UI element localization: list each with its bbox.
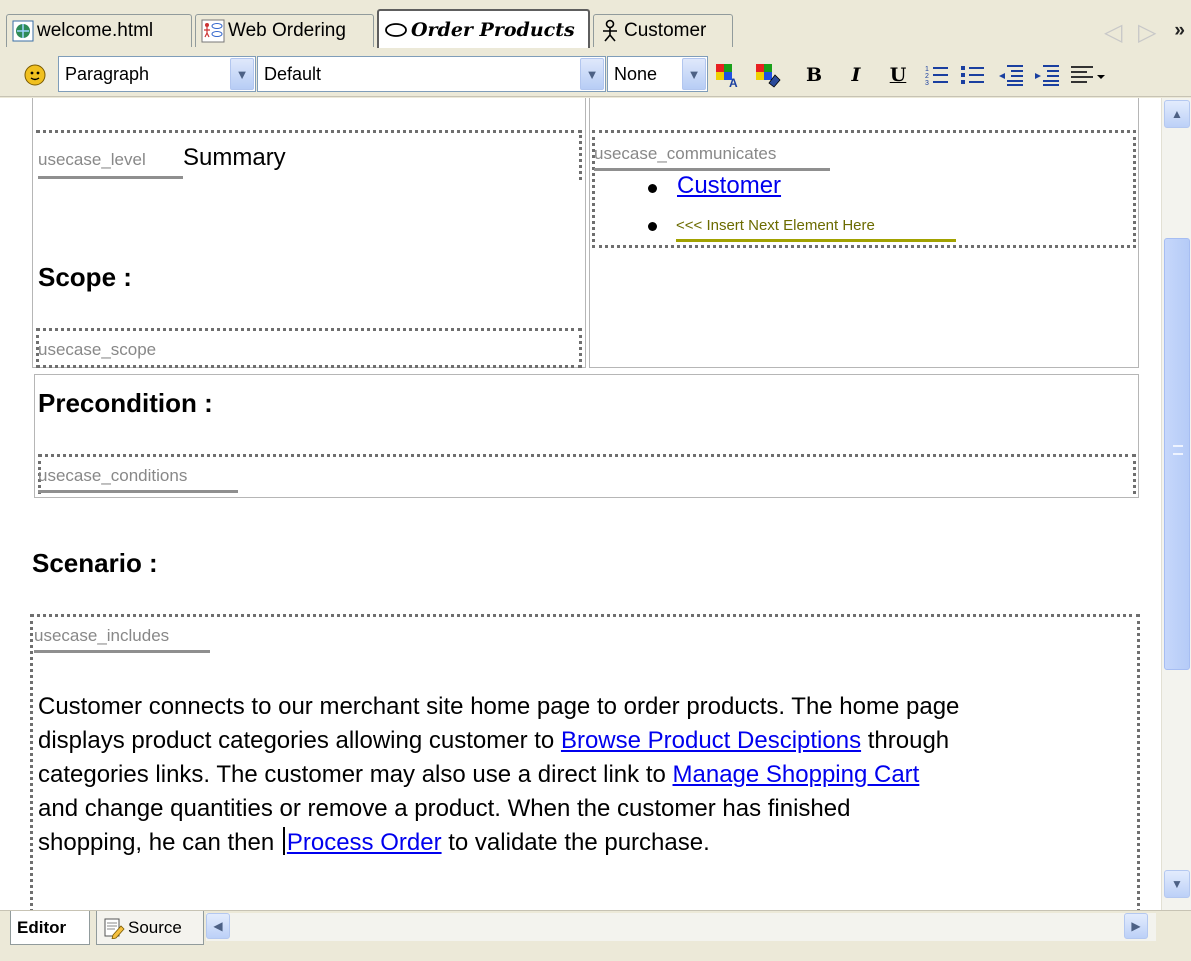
scenario-line: categories links. The customer may also … [38, 758, 1138, 792]
svg-text:2: 2 [925, 73, 929, 80]
underline-button[interactable]: U [884, 60, 912, 90]
chevron-down-icon[interactable]: ▼ [230, 58, 254, 90]
scenario-heading: Scenario : [32, 548, 158, 578]
customer-link[interactable]: Customer [677, 172, 781, 200]
scroll-tabs-left-icon[interactable]: ◁ [1104, 18, 1122, 47]
text-color-icon[interactable]: A [712, 60, 742, 90]
numbered-list-icon[interactable]: 123 [922, 60, 952, 90]
tab-overflow-chevron-icon[interactable]: » [1174, 20, 1185, 42]
font-size-value: None [614, 63, 658, 84]
scroll-right-icon[interactable]: ▶ [1124, 913, 1148, 939]
scope-heading: Scope : [38, 262, 132, 292]
list-bullet [648, 222, 657, 231]
bullet-list-icon[interactable] [958, 60, 988, 90]
tab-label: Source [128, 917, 182, 937]
scenario-text: through [867, 727, 950, 754]
scroll-down-icon[interactable]: ▼ [1164, 870, 1190, 898]
usecase-conditions-tag[interactable]: usecase_conditions [38, 466, 187, 486]
scenario-text: displays product categories allowing cus… [38, 727, 561, 754]
editor-mode-bar: Editor Source ◀ ▶ [0, 910, 1191, 961]
usecase-level-tag[interactable]: usecase_level [38, 150, 146, 170]
tab-label: Order Products [411, 18, 575, 41]
tag-underline [38, 176, 183, 179]
tag-underline [594, 168, 830, 171]
scroll-left-icon[interactable]: ◀ [206, 913, 230, 939]
vertical-scroll-thumb[interactable] [1164, 238, 1190, 670]
tag-underline [34, 650, 210, 653]
manage-shopping-cart-link[interactable]: Manage Shopping Cart [673, 761, 920, 788]
usecase-scope-tag[interactable]: usecase_scope [38, 340, 156, 360]
background-color-icon[interactable] [752, 60, 784, 90]
browse-product-descriptions-link[interactable]: Browse Product Desciptions [561, 727, 861, 754]
source-edit-icon [103, 917, 125, 939]
svg-text:A: A [729, 76, 738, 89]
process-order-link[interactable]: Process Order [287, 829, 442, 856]
insert-hint-underline [676, 239, 956, 242]
list-bullet [648, 184, 657, 193]
italic-button[interactable]: I [842, 60, 870, 90]
tab-web-ordering[interactable]: Web Ordering [195, 14, 374, 47]
scenario-line: and change quantities or remove a produc… [38, 795, 851, 822]
scroll-tabs-right-icon[interactable]: ▷ [1138, 18, 1156, 47]
tab-customer[interactable]: Customer [593, 14, 733, 47]
usecase-level-value[interactable]: Summary [183, 144, 286, 172]
usecase-ellipse-icon [384, 21, 408, 39]
chevron-down-icon[interactable]: ▼ [580, 58, 604, 90]
usecase-conditions-container [38, 454, 1136, 494]
usecase-communicates-tag[interactable]: usecase_communicates [594, 144, 776, 164]
vertical-scrollbar[interactable]: ▲ ▼ [1161, 98, 1191, 910]
usecase-includes-tag[interactable]: usecase_includes [34, 626, 169, 646]
scenario-text: shopping, he can then [38, 829, 281, 856]
wysiwyg-editor-area[interactable]: usecase_level Summary Scope : usecase_sc… [0, 98, 1161, 910]
text-caret [282, 827, 285, 855]
tab-editor[interactable]: Editor [10, 911, 90, 945]
paragraph-style-select[interactable]: Paragraph ▼ [58, 56, 256, 92]
scenario-line: displays product categories allowing cus… [38, 724, 1138, 758]
font-family-value: Default [264, 63, 322, 84]
scroll-up-icon[interactable]: ▲ [1164, 100, 1190, 128]
paragraph-style-value: Paragraph [65, 63, 150, 84]
format-toolbar: Paragraph ▼ Default ▼ None ▼ A B I U 123 [0, 52, 1191, 97]
tab-label: Web Ordering [228, 20, 346, 41]
align-dropdown-icon[interactable] [1068, 60, 1108, 90]
font-size-select[interactable]: None ▼ [607, 56, 708, 92]
outdent-icon[interactable] [996, 60, 1026, 90]
scenario-line: Customer connects to our merchant site h… [38, 693, 960, 720]
svg-text:1: 1 [925, 66, 929, 73]
indent-icon[interactable] [1032, 60, 1062, 90]
insert-next-element-hint[interactable]: <<< Insert Next Element Here [676, 217, 875, 234]
help-smiley-icon[interactable] [22, 60, 48, 90]
actor-icon [599, 19, 621, 43]
tab-source[interactable]: Source [96, 911, 204, 945]
globe-icon [12, 20, 34, 42]
tab-order-products[interactable]: Order Products [377, 9, 590, 48]
tab-label: welcome.html [37, 20, 154, 41]
tab-label: Editor [17, 917, 67, 937]
horizontal-scrollbar[interactable]: ◀ ▶ [206, 913, 1156, 941]
document-tab-bar: welcome.html Web Ordering Order Products… [0, 0, 1191, 52]
chevron-down-icon[interactable]: ▼ [682, 58, 706, 90]
precondition-heading: Precondition : [38, 388, 213, 418]
editor-window: welcome.html Web Ordering Order Products… [0, 0, 1191, 961]
thumb-grip-icon [1173, 445, 1183, 455]
tag-underline [38, 490, 238, 493]
bold-button[interactable]: B [800, 60, 828, 90]
font-family-select[interactable]: Default ▼ [257, 56, 606, 92]
scenario-text: categories links. The customer may also … [38, 761, 673, 788]
tab-label: Customer [624, 20, 707, 41]
diagram-icon [201, 19, 225, 43]
tab-welcome-html[interactable]: welcome.html [6, 14, 192, 47]
scenario-paragraph[interactable]: Customer connects to our merchant site h… [38, 690, 1138, 860]
scenario-line: shopping, he can then Process Order to v… [38, 826, 1138, 860]
scenario-text: to validate the purchase. [441, 829, 710, 856]
svg-text:3: 3 [925, 80, 929, 87]
